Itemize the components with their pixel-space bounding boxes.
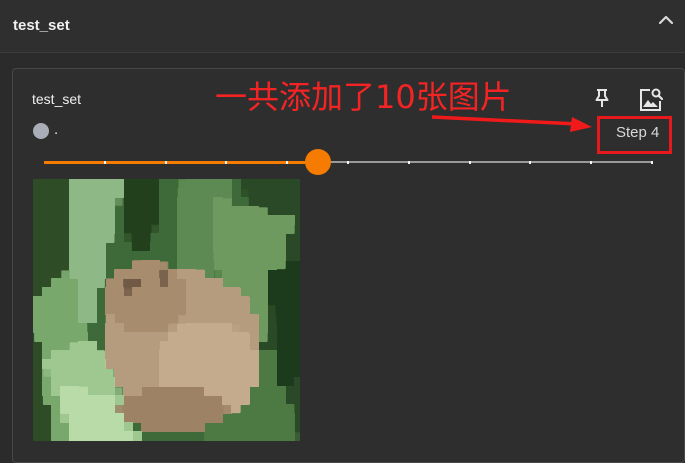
slider-tick [590, 160, 593, 164]
image-search-icon [640, 88, 664, 111]
run-label: . [54, 121, 59, 138]
slider-tick [468, 160, 471, 164]
slider-tick [103, 160, 106, 164]
slider-tick [225, 160, 228, 164]
slider-tick [164, 160, 167, 164]
chevron-up-icon [658, 15, 674, 25]
annotation-text: 一共添加了10张图片 [215, 78, 512, 116]
slider-tick [651, 160, 653, 164]
image-search-button[interactable] [636, 85, 664, 113]
section-title: test_set [13, 17, 70, 34]
step-label: Step 4 [616, 124, 660, 141]
run-color-dot [33, 123, 49, 139]
sample-image [33, 179, 300, 443]
slider-thumb[interactable] [304, 149, 331, 175]
section-header: test_set [0, 0, 685, 53]
slider-fill [44, 160, 318, 164]
slider-tick [347, 160, 349, 164]
slider-tick [407, 160, 410, 164]
step-slider[interactable] [44, 149, 653, 175]
pin-icon [595, 89, 609, 107]
slider-tick [529, 160, 532, 164]
slider-tick [286, 160, 289, 164]
card-title: test_set [32, 91, 82, 107]
pin-button[interactable] [590, 86, 614, 110]
collapse-button[interactable] [652, 6, 680, 34]
